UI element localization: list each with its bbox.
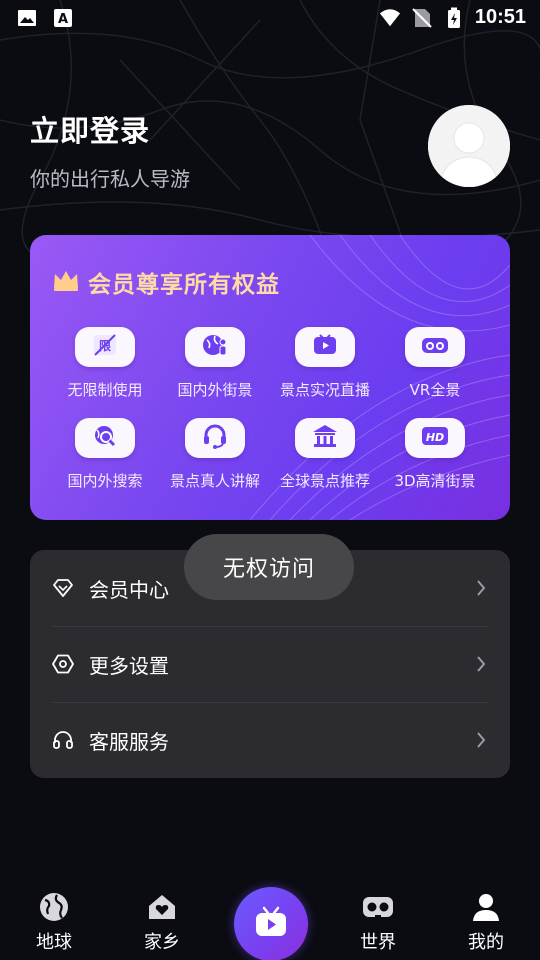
wifi-icon — [379, 7, 401, 29]
status-bar: A 10:51 — [0, 0, 540, 36]
feature-label: 国内外街景 — [177, 381, 253, 399]
feature-unlimited[interactable]: 限 无限制使用 — [50, 327, 160, 400]
tab-label: 地球 — [36, 932, 72, 953]
feature-label: VR全景 — [409, 381, 461, 399]
feature-recommend[interactable]: 全球景点推荐 — [270, 418, 380, 491]
feature-guide[interactable]: 景点真人讲解 — [160, 418, 270, 491]
unlimited-icon: 限 — [91, 332, 119, 362]
tab-label: 世界 — [360, 932, 396, 953]
feature-grid: 限 无限制使用 国内外街景 景点实况直播 VR全景 国内外搜索 — [50, 327, 490, 491]
feature-label: 景点实况直播 — [279, 381, 370, 399]
diamond-icon — [52, 577, 74, 599]
earth-icon — [37, 890, 71, 924]
menu-item-customer-service[interactable]: 客服服务 — [30, 702, 510, 778]
feature-label: 无限制使用 — [67, 381, 143, 399]
feature-search[interactable]: 国内外搜索 — [50, 418, 160, 491]
bottom-nav: 地球 家乡 世界 我的 — [0, 880, 540, 960]
image-icon — [16, 7, 38, 29]
menu-label: 会员中心 — [89, 577, 169, 602]
feature-street-view[interactable]: 国内外街景 — [160, 327, 270, 400]
menu-label: 客服服务 — [89, 729, 169, 754]
tv-play-icon — [253, 905, 289, 943]
feature-label: 国内外搜索 — [67, 472, 143, 490]
feature-label: 全球景点推荐 — [279, 472, 370, 490]
home-heart-icon — [145, 890, 179, 924]
chevron-right-icon — [474, 654, 488, 674]
user-placeholder-icon — [428, 105, 510, 187]
crown-icon — [52, 268, 80, 296]
tab-mine[interactable]: 我的 — [446, 890, 526, 954]
tab-hometown[interactable]: 家乡 — [122, 890, 202, 954]
avatar[interactable] — [428, 105, 510, 187]
vip-benefits-card[interactable]: 会员尊享所有权益 限 无限制使用 国内外街景 景点实况直播 VR全景 — [30, 235, 510, 520]
hexagon-settings-icon — [52, 653, 74, 675]
feature-label: 景点真人讲解 — [169, 472, 260, 490]
vr-icon — [361, 890, 395, 924]
tab-label: 我的 — [468, 932, 504, 953]
feature-3d[interactable]: HD 3D高清街景 — [380, 418, 490, 491]
live-play-icon — [311, 332, 339, 362]
headset-icon — [201, 423, 229, 453]
globe-person-icon — [201, 332, 229, 362]
tab-earth[interactable]: 地球 — [14, 890, 94, 954]
tab-world[interactable]: 世界 — [338, 890, 418, 954]
headphones-icon — [52, 729, 74, 751]
temple-icon — [311, 423, 339, 453]
toast-message: 无权访问 — [184, 534, 354, 600]
menu-label: 更多设置 — [89, 653, 169, 678]
vr-goggles-icon — [420, 332, 450, 362]
feature-live[interactable]: 景点实况直播 — [270, 327, 380, 400]
feature-label: 3D高清街景 — [394, 472, 476, 490]
hd-badge-text: HD — [426, 431, 444, 444]
person-icon — [469, 890, 503, 924]
chevron-right-icon — [474, 578, 488, 598]
chevron-right-icon — [474, 730, 488, 750]
tab-label: 家乡 — [144, 932, 180, 953]
vip-title: 会员尊享所有权益 — [88, 272, 280, 298]
hd-icon: HD — [420, 424, 450, 452]
feature-vr[interactable]: VR全景 — [380, 327, 490, 400]
battery-charging-icon — [443, 7, 465, 29]
no-sim-icon — [411, 7, 433, 29]
text-a-icon: A — [52, 7, 74, 29]
login-subtitle: 你的出行私人导游 — [30, 167, 190, 191]
center-live-button[interactable] — [234, 887, 308, 960]
menu-item-more-settings[interactable]: 更多设置 — [30, 626, 510, 702]
svg-text:A: A — [58, 12, 68, 27]
clock: 10:51 — [474, 6, 526, 28]
login-title[interactable]: 立即登录 — [30, 108, 150, 150]
search-globe-icon — [91, 423, 119, 453]
